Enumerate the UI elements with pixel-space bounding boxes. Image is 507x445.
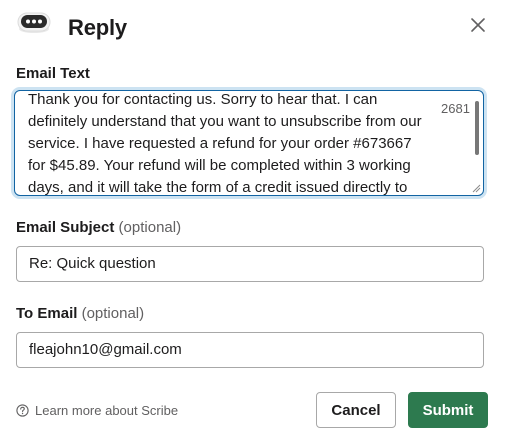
question-circle-icon <box>16 404 29 417</box>
character-counter: 2681 <box>441 101 470 116</box>
optional-hint: (optional) <box>118 219 182 236</box>
modal-header: Reply <box>0 0 507 56</box>
resize-handle-icon[interactable] <box>471 183 481 193</box>
learn-more-text: Learn more about Scribe <box>35 403 179 418</box>
email-text-content[interactable]: Thank you for contacting us. Sorry to he… <box>28 91 448 196</box>
cancel-button[interactable]: Cancel <box>316 392 396 428</box>
email-text-line: Thank you for contacting us. Sorry to he… <box>28 91 378 108</box>
email-subject-label: Email Subject (optional) <box>16 219 182 236</box>
email-text-label: Email Text <box>16 65 90 82</box>
to-email-label: To Email (optional) <box>16 305 145 322</box>
email-subject-input[interactable]: Re: Quick question <box>16 246 484 282</box>
textarea-scrollbar[interactable] <box>475 101 479 155</box>
email-text-area[interactable]: Thank you for contacting us. Sorry to he… <box>14 90 484 196</box>
email-text-line: service. I have requested a refund for y… <box>28 135 412 152</box>
email-text-line: definitely understand that you want to u… <box>28 113 422 130</box>
modal-title: Reply <box>68 15 127 40</box>
email-text-line: for $45.89. Your refund will be complete… <box>28 157 411 174</box>
chat-bot-icon <box>17 12 51 33</box>
close-icon[interactable] <box>466 13 490 37</box>
to-email-input[interactable]: fleajohn10@gmail.com <box>16 332 484 368</box>
submit-button[interactable]: Submit <box>408 392 488 428</box>
email-text-line: days, and it will take the form of a cre… <box>28 179 408 196</box>
optional-hint: (optional) <box>81 305 145 322</box>
